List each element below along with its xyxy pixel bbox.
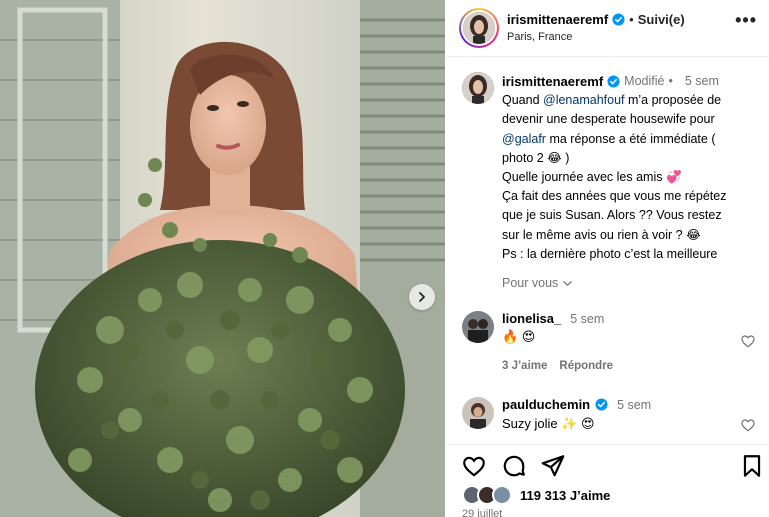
liker-avatar — [492, 485, 512, 505]
mention-link[interactable]: @galafr — [502, 132, 546, 146]
commenter-avatar[interactable] — [462, 397, 494, 429]
commenter-username[interactable]: lionelisa_ — [502, 311, 561, 326]
post-photo — [0, 0, 445, 517]
more-options-button[interactable]: ••• — [735, 10, 757, 31]
caption-edited-label: Modifié — [624, 74, 665, 88]
carousel-next-button[interactable] — [409, 284, 435, 310]
likes-summary[interactable]: 119 313 J’aime — [462, 485, 610, 505]
mention-link[interactable]: @lenamahfouf — [543, 93, 625, 107]
likes-count[interactable]: 119 313 J’aime — [520, 488, 610, 503]
comment-text: Suzy jolie ✨ 😍 — [502, 416, 595, 431]
author-avatar-image — [463, 12, 495, 44]
comment-item: paulduchemin 5 sem Suzy jolie ✨ 😍 — [462, 397, 762, 437]
paper-plane-icon[interactable] — [540, 453, 566, 479]
caption-line: Quand @lenamahfouf m’a proposée de — [502, 91, 764, 110]
bookmark-icon[interactable] — [739, 453, 765, 479]
comment-time[interactable]: 5 sem — [617, 398, 651, 412]
caption-text: m’a proposée de — [624, 93, 722, 108]
comment-item: lionelisa_ 5 sem 🔥 😍 3 J’aime Répondre — [462, 311, 762, 381]
comment-time[interactable]: 5 sem — [570, 312, 604, 326]
post-date[interactable]: 29 juillet — [462, 508, 502, 517]
commenter-avatar[interactable] — [462, 311, 494, 343]
author-avatar[interactable] — [459, 8, 499, 48]
caption-line: sur le même avis ou rien à voir ? 😂 — [502, 227, 701, 242]
heart-icon[interactable] — [740, 333, 756, 349]
post-side-panel: irismittenaeremf • Suivi(e) Paris, Franc… — [445, 0, 769, 517]
post-location[interactable]: Paris, France — [507, 31, 572, 43]
caption-line: Ça fait des années que vous me répétez — [502, 189, 727, 204]
caption-line: photo 2 😂 ) — [502, 150, 570, 165]
verified-badge-icon — [612, 13, 625, 26]
author-username[interactable]: irismittenaeremf — [507, 12, 608, 27]
caption-avatar[interactable] — [462, 72, 494, 104]
header-separator: • — [629, 12, 634, 27]
like-heart-icon[interactable] — [461, 453, 487, 479]
caption-line: Ps : la dernière photo c’est la meilleur… — [502, 246, 718, 261]
commenter-avatar-image — [462, 397, 494, 429]
caption-text: Quand — [502, 93, 544, 108]
verified-badge-icon — [595, 398, 608, 411]
for-you-label: Pour vous — [502, 276, 559, 290]
follow-state-button[interactable]: Suivi(e) — [638, 12, 685, 27]
for-you-dropdown[interactable]: Pour vous — [502, 276, 573, 290]
post-media[interactable] — [0, 0, 445, 517]
comment-bubble-icon[interactable] — [501, 453, 527, 479]
caption-avatar-image — [462, 72, 494, 104]
commenter-username[interactable]: paulduchemin — [502, 397, 590, 412]
caption-text: ma réponse a été immédiate ( — [545, 131, 716, 146]
caption-username[interactable]: irismittenaeremf — [502, 72, 603, 91]
caption-line: @galafr ma réponse a été immédiate ( — [502, 130, 764, 149]
liker-avatars — [462, 485, 514, 505]
chevron-right-icon — [419, 292, 425, 302]
reply-button[interactable]: Répondre — [559, 360, 613, 372]
comment-text: 🔥 😍 — [502, 329, 536, 344]
commenter-avatar-image — [462, 311, 494, 343]
comment-likes[interactable]: 3 J’aime — [502, 360, 547, 372]
heart-icon[interactable] — [740, 417, 756, 433]
post-actions: 119 313 J’aime 29 juillet — [445, 444, 769, 517]
caption-line: Quelle journée avec les amis 💞 — [502, 170, 682, 185]
caption-time[interactable]: 5 sem — [685, 72, 719, 91]
chevron-down-icon — [563, 280, 573, 286]
caption-line: que je suis Susan. Alors ?? Vous restez — [502, 208, 722, 223]
post-header: irismittenaeremf • Suivi(e) Paris, Franc… — [445, 0, 769, 57]
verified-badge-icon — [607, 75, 620, 88]
caption-line: devenir une desperate housewife pour — [502, 112, 715, 127]
caption-separator: • — [668, 74, 673, 88]
